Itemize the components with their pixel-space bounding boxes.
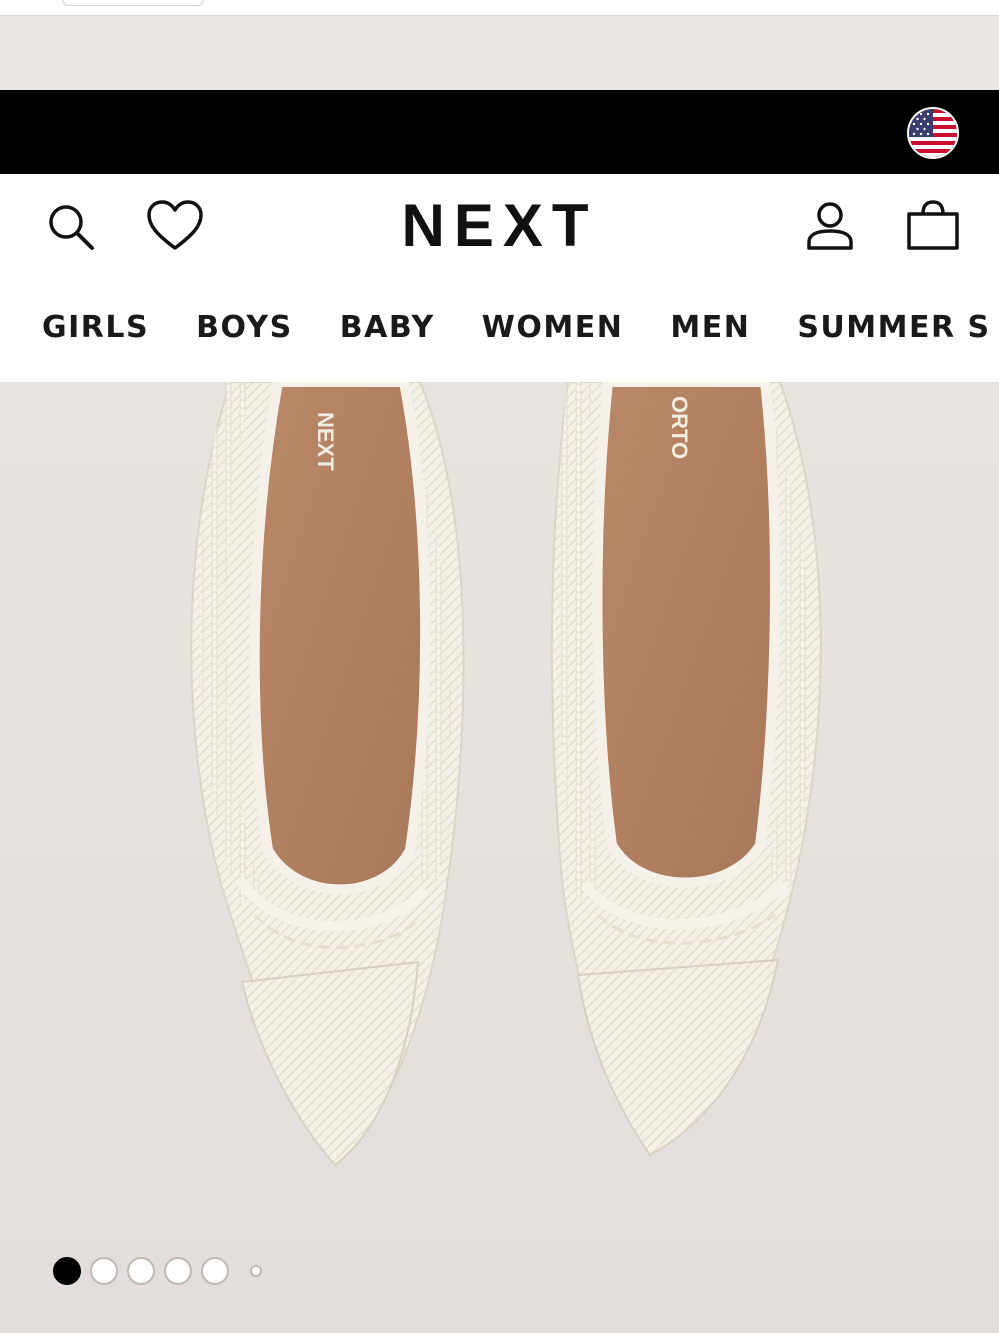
- browser-tab-pill[interactable]: [62, 0, 204, 6]
- product-image[interactable]: NEXT ORTO: [0, 382, 999, 1333]
- insole-brand-right: ORTO: [667, 396, 692, 459]
- carousel-dot-2[interactable]: [90, 1257, 118, 1285]
- nav-item-girls[interactable]: GIRLS: [42, 306, 149, 350]
- carousel-dot-4[interactable]: [164, 1257, 192, 1285]
- nav-item-baby[interactable]: BABY: [340, 306, 435, 350]
- user-icon[interactable]: [804, 200, 856, 252]
- nav-item-boys[interactable]: BOYS: [196, 306, 293, 350]
- product-page: NEXT GIRLS BOYS BABY WOMEN MEN SUMMER S: [0, 0, 999, 1333]
- top-spacer: [0, 17, 999, 90]
- carousel-dot-1[interactable]: [53, 1257, 81, 1285]
- carousel-dot-3[interactable]: [127, 1257, 155, 1285]
- promo-banner: [0, 90, 999, 174]
- browser-top-strip: [0, 0, 999, 16]
- carousel-dot-6[interactable]: [250, 1265, 262, 1277]
- nav-item-women[interactable]: WOMEN: [482, 306, 624, 350]
- shopping-bag-icon[interactable]: [904, 200, 962, 252]
- category-nav: GIRLS BOYS BABY WOMEN MEN SUMMER S: [42, 306, 999, 350]
- carousel-dot-5[interactable]: [201, 1257, 229, 1285]
- carousel-dots: [53, 1257, 271, 1285]
- us-flag-icon[interactable]: [907, 107, 959, 159]
- nav-item-men[interactable]: MEN: [670, 306, 750, 350]
- insole-brand: NEXT: [313, 412, 338, 471]
- nav-item-summer[interactable]: SUMMER S: [797, 306, 990, 350]
